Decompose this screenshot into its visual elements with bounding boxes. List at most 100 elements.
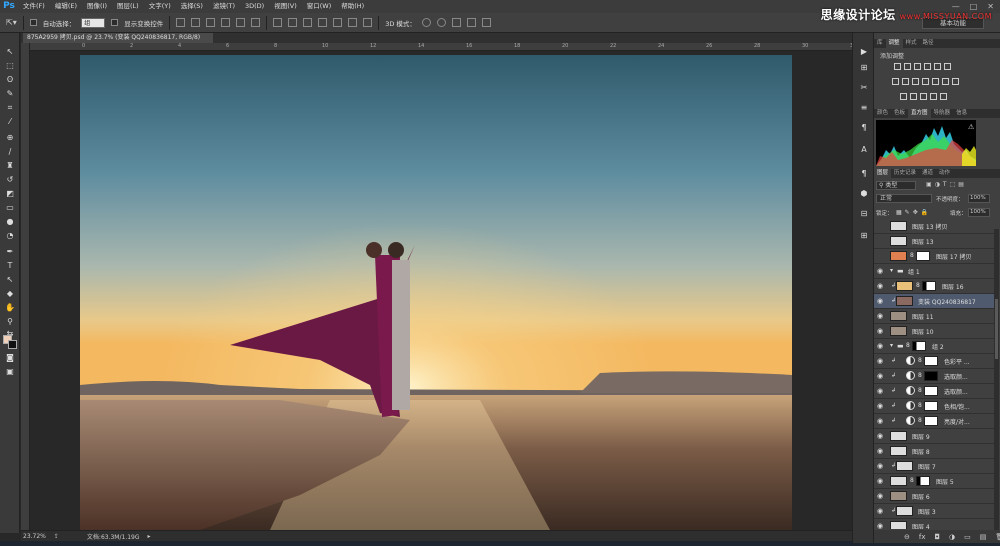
grid-icon[interactable] — [951, 78, 959, 85]
background-color-swatch[interactable] — [8, 340, 17, 349]
warning-icon[interactable]: ⚠ — [968, 123, 974, 131]
align-middle-icon[interactable] — [191, 18, 201, 27]
chevron-down-icon[interactable]: ▾ — [890, 267, 893, 274]
link-layers-icon[interactable]: ⊖ — [904, 533, 910, 541]
3d-scale-icon[interactable] — [481, 18, 491, 27]
color-lookup-icon[interactable] — [941, 78, 949, 85]
scroll-thumb[interactable] — [995, 299, 998, 359]
opacity-input[interactable]: 100% — [968, 194, 990, 203]
align-left-icon[interactable] — [221, 18, 231, 27]
eye-icon[interactable]: ◉ — [877, 463, 884, 470]
layer-row[interactable]: 8 图层 17 拷贝 — [874, 249, 994, 264]
layer-row[interactable]: ◉ ↲ 图层 3 — [874, 504, 994, 519]
dodge-tool-icon[interactable]: ◔ — [5, 231, 15, 240]
link-icon[interactable]: 8 — [916, 282, 920, 289]
layer-mask-thumbnail[interactable] — [912, 341, 926, 351]
fx-icon[interactable]: fx — [919, 533, 926, 541]
menu-item-8[interactable]: 视图(V) — [269, 0, 302, 13]
document-tab[interactable]: 875A2959 拷贝.psd @ 23.7% (变装 QQ240836817,… — [23, 33, 213, 51]
layer-mask-thumbnail[interactable] — [916, 476, 930, 486]
panel-tab-layer_tabs-1[interactable]: 历史记录 — [891, 169, 919, 178]
black-white-icon[interactable] — [911, 78, 919, 85]
panel-tab-top_tabs-3[interactable]: 路径 — [920, 39, 937, 48]
fill-input[interactable]: 100% — [968, 208, 990, 217]
vibrance-icon[interactable] — [933, 63, 941, 70]
3d-rotate-icon[interactable] — [421, 18, 431, 27]
marquee-tool-icon[interactable]: ⬚ — [5, 61, 15, 70]
eye-icon[interactable]: ◉ — [877, 358, 884, 365]
layer-mask-thumbnail[interactable] — [922, 281, 936, 291]
new-layer-icon[interactable]: ▤ — [980, 533, 987, 541]
eye-icon[interactable]: ◉ — [877, 328, 884, 335]
delete-layer-icon[interactable]: 🗑 — [995, 533, 1000, 541]
panel-tab-hist_tabs-3[interactable]: 导航器 — [931, 109, 954, 118]
hue-saturation-icon[interactable] — [891, 78, 899, 85]
distribute-right-icon[interactable] — [348, 18, 358, 27]
color-balance-icon[interactable] — [901, 78, 909, 85]
layer-row[interactable]: ◉ ▾ ▬ 组 1 — [874, 264, 994, 279]
distribute-bottom-icon[interactable] — [303, 18, 313, 27]
layer-row[interactable]: ◉ 图层 9 — [874, 429, 994, 444]
tools-icon[interactable]: ✂ — [859, 83, 869, 92]
quick-select-tool-icon[interactable]: ✎ — [5, 89, 15, 98]
distribute-center-icon[interactable] — [333, 18, 343, 27]
panel-tab-hist_tabs-0[interactable]: 颜色 — [874, 109, 891, 118]
threshold-icon[interactable] — [919, 93, 927, 100]
quick-mask-icon[interactable]: ◙ — [5, 353, 15, 362]
link-icon[interactable]: 8 — [918, 372, 922, 379]
eye-icon[interactable]: ◉ — [877, 403, 884, 410]
menu-item-3[interactable]: 图层(L) — [112, 0, 144, 13]
brightness-icon[interactable] — [893, 63, 901, 70]
levels-icon[interactable] — [903, 63, 911, 70]
eye-icon[interactable]: ◉ — [877, 523, 884, 530]
properties-icon[interactable]: ≡ — [859, 103, 869, 112]
layer-row[interactable]: ◉ ↲ 8 图层 16 — [874, 279, 994, 294]
layer-mask-thumbnail[interactable] — [924, 401, 938, 411]
export-icon[interactable]: ⇪ — [54, 533, 59, 540]
3d-roll-icon[interactable] — [436, 18, 446, 27]
move-tool-icon[interactable]: ↖ — [5, 47, 15, 56]
actions-icon[interactable]: ⊞ — [859, 63, 869, 72]
layers-scrollbar[interactable] — [994, 229, 999, 539]
eye-icon[interactable]: ◉ — [877, 343, 884, 350]
distribute-left-icon[interactable] — [318, 18, 328, 27]
eye-icon[interactable]: ◉ — [877, 283, 884, 290]
auto-select-dropdown[interactable]: 组 — [81, 17, 106, 28]
menu-item-4[interactable]: 文字(Y) — [144, 0, 176, 13]
eyedropper-tool-icon[interactable]: ⁄ — [5, 117, 15, 126]
status-arrow-icon[interactable]: ▸ — [148, 533, 151, 540]
distribute-top-icon[interactable] — [273, 18, 283, 27]
paragraph-styles-icon[interactable]: ¶ — [859, 169, 869, 178]
zoom-tool-icon[interactable]: ⚲ — [5, 317, 15, 326]
layer-row[interactable]: ◉ 图层 8 — [874, 444, 994, 459]
link-icon[interactable]: 8 — [918, 402, 922, 409]
link-icon[interactable]: 8 — [918, 417, 922, 424]
panel-tab-top_tabs-2[interactable]: 样式 — [903, 39, 920, 48]
menu-item-2[interactable]: 图像(I) — [82, 0, 112, 13]
eye-icon[interactable]: ◉ — [877, 388, 884, 395]
eye-hidden-icon[interactable] — [877, 223, 884, 229]
layer-mask-thumbnail[interactable] — [924, 386, 938, 396]
character-icon[interactable]: A — [859, 145, 869, 154]
layer-row[interactable]: ◉ ↲ 变装 QQ240836817 — [874, 294, 994, 309]
menu-item-10[interactable]: 帮助(H) — [336, 0, 369, 13]
new-group-icon[interactable]: ▭ — [964, 533, 971, 541]
screen-mode-icon[interactable]: ▣ — [5, 367, 15, 376]
layer-row[interactable]: ◉ ↲ 8 选取颜... — [874, 384, 994, 399]
layer-comps-icon[interactable]: ⊟ — [859, 209, 869, 218]
document-image[interactable] — [80, 55, 792, 530]
lasso-tool-icon[interactable]: ʘ — [5, 75, 15, 84]
clone-stamp-tool-icon[interactable]: ♜ — [5, 161, 15, 170]
panel-tab-hist_tabs-2[interactable]: 直方图 — [908, 109, 931, 118]
menu-item-1[interactable]: 编辑(E) — [50, 0, 82, 13]
photo-filter-icon[interactable] — [921, 78, 929, 85]
selective-color-icon[interactable] — [939, 93, 947, 100]
invert-icon[interactable] — [899, 93, 907, 100]
layer-row[interactable]: ◉ ↲ 8 色相/饱... — [874, 399, 994, 414]
shape-tool-icon[interactable]: ◆ — [5, 289, 15, 298]
panel-tab-top_tabs-0[interactable]: 库 — [874, 39, 886, 48]
link-icon[interactable]: 8 — [918, 387, 922, 394]
3d-slide-icon[interactable] — [466, 18, 476, 27]
layer-row[interactable]: ◉ 图层 11 — [874, 309, 994, 324]
layer-mask-thumbnail[interactable] — [924, 356, 938, 366]
